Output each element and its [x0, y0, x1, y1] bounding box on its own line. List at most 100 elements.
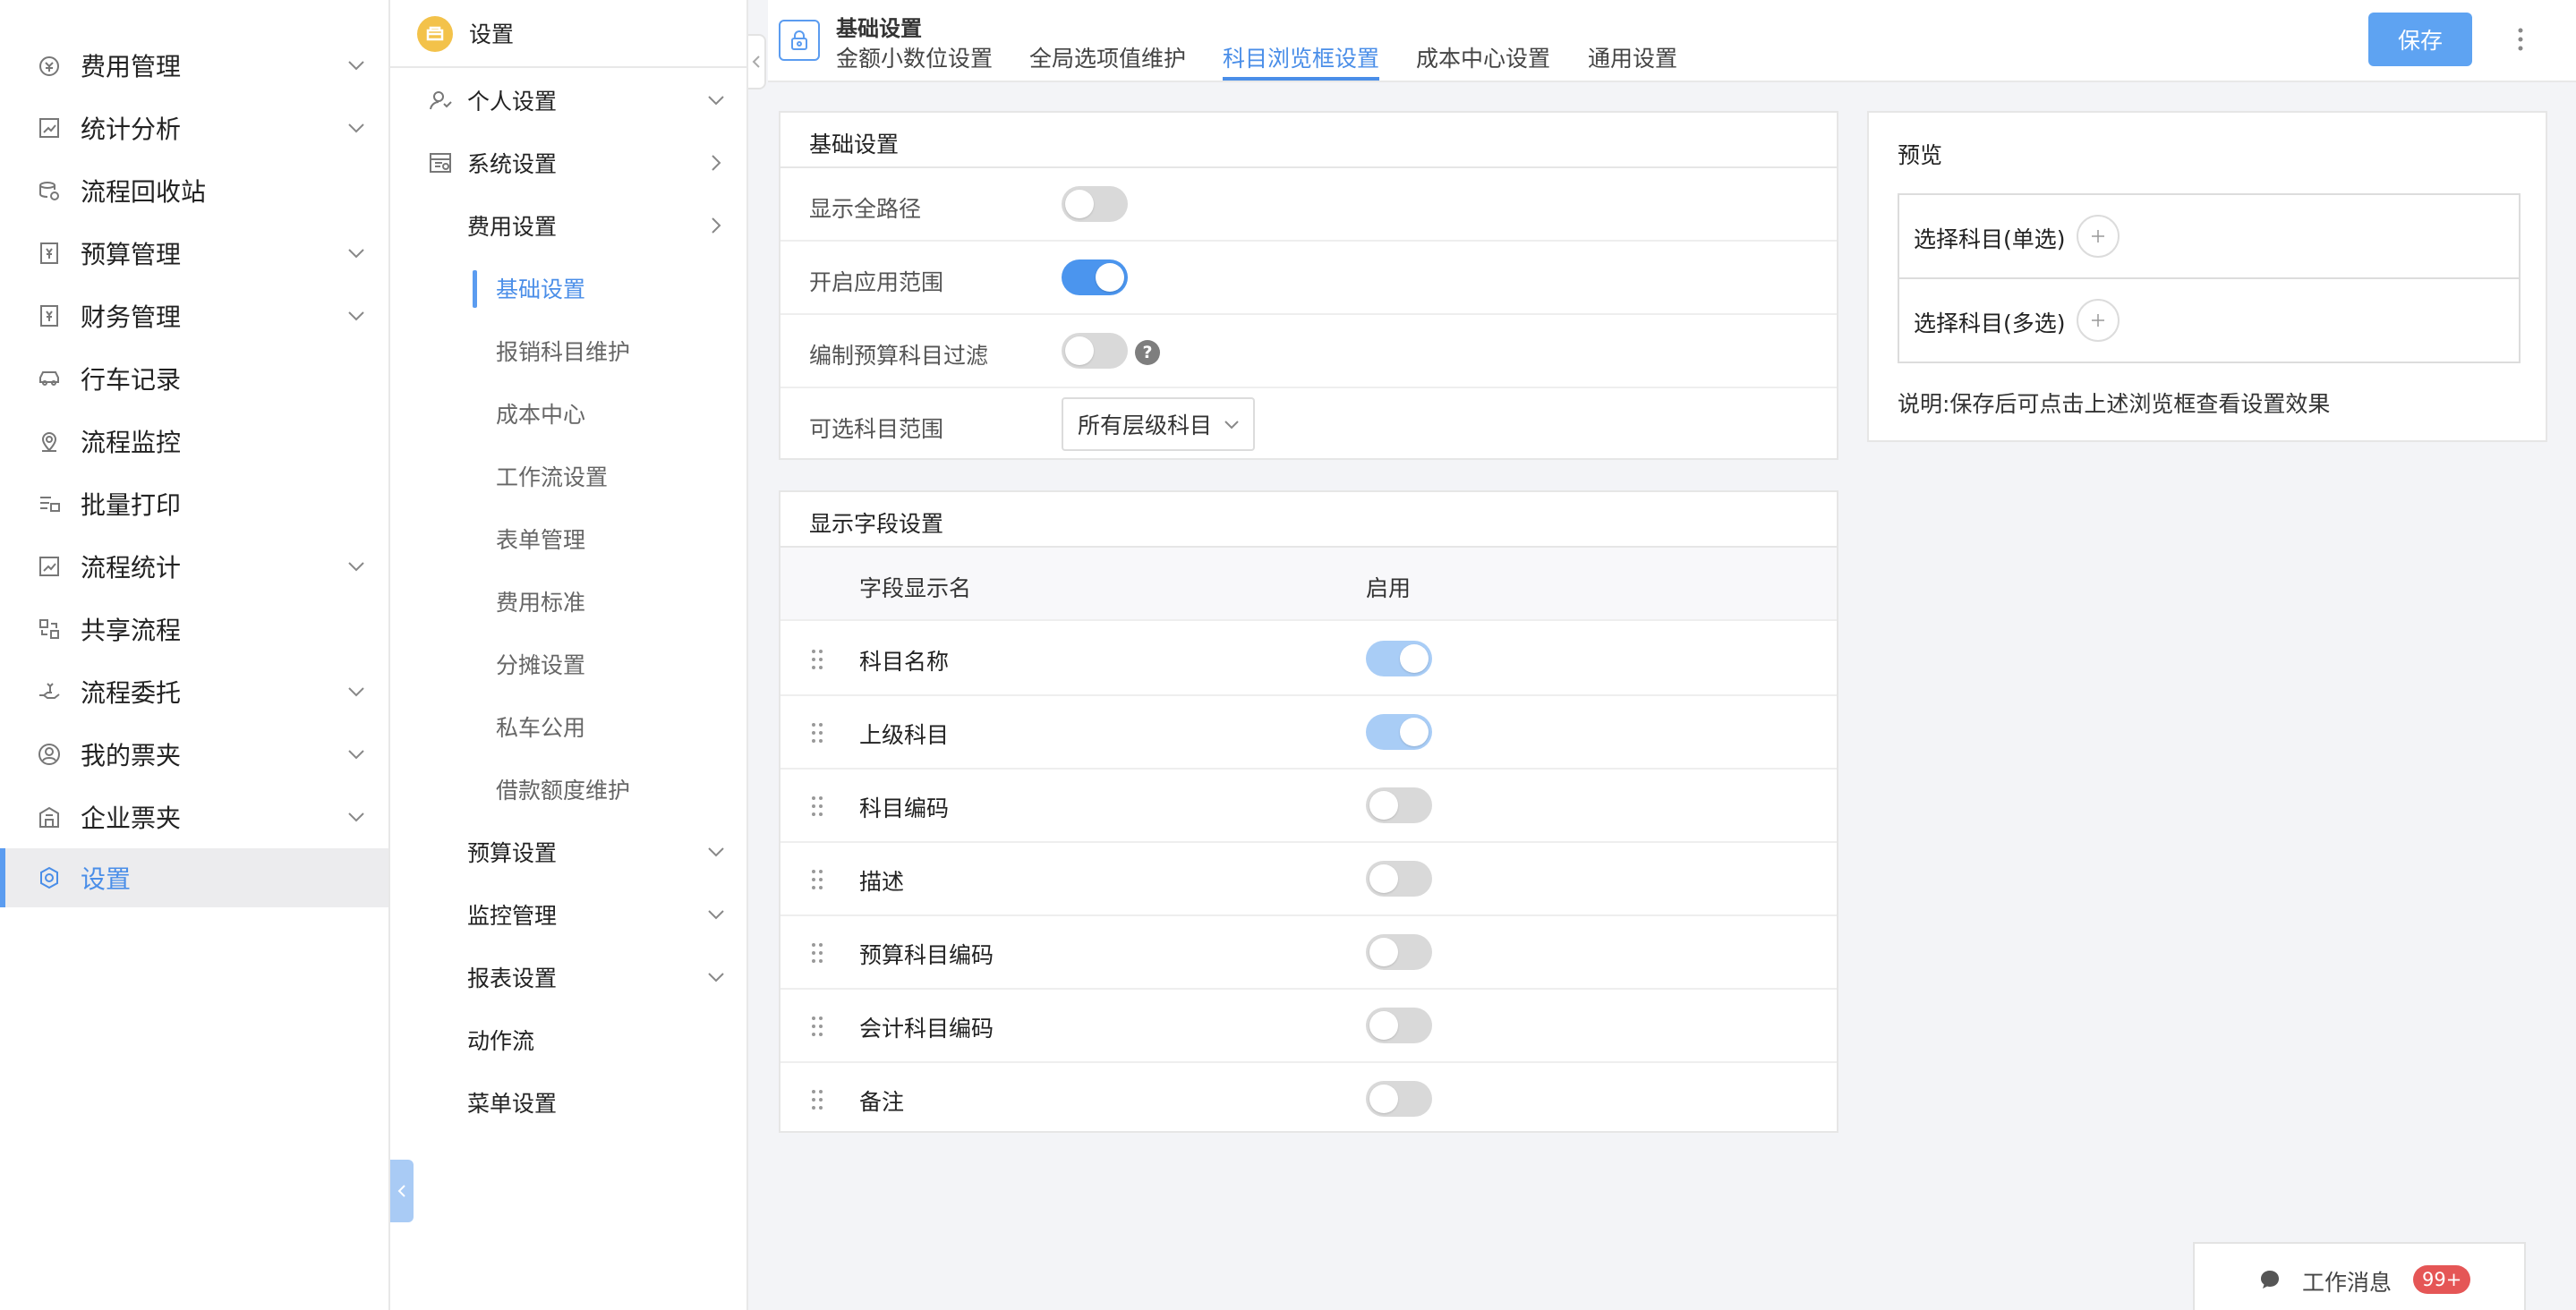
submenu-item-label: 分摊设置 — [496, 652, 586, 678]
table-row: 描述 — [780, 843, 1837, 916]
nav-item-label: 统计分析 — [81, 115, 182, 144]
car-icon — [36, 365, 63, 392]
nav-item-enterprise-tickets[interactable]: 企业票夹 — [0, 787, 388, 846]
field-enabled-toggle[interactable] — [1366, 934, 1432, 970]
setting-label: 开启应用范围 — [809, 269, 944, 295]
chevron-left-icon — [750, 53, 763, 71]
field-enabled-toggle — [1366, 714, 1432, 750]
submenu-item-basic-settings[interactable]: 基础设置 — [390, 259, 746, 317]
page-title: 基础设置 — [836, 16, 922, 41]
field-name: 会计科目编码 — [859, 1016, 994, 1042]
submenu-item-report-settings[interactable]: 报表设置 — [390, 948, 746, 1006]
nav-item-finance[interactable]: 财务管理 — [0, 286, 388, 345]
subject-range-select[interactable]: 所有层级科目 — [1062, 397, 1255, 451]
submenu-item-label: 系统设置 — [467, 151, 558, 177]
field-enabled-toggle[interactable] — [1366, 1008, 1432, 1043]
nav-item-batch-print[interactable]: 批量打印 — [0, 474, 388, 533]
submenu-item-cost-center[interactable]: 成本中心 — [390, 385, 746, 442]
add-multi-subject-button[interactable] — [2077, 299, 2120, 342]
nav-item-delegate[interactable]: 流程委托 — [0, 662, 388, 721]
submenu-item-label: 工作流设置 — [496, 464, 609, 490]
tab-subject-browser[interactable]: 科目浏览框设置 — [1223, 41, 1380, 82]
user-icon — [36, 741, 63, 768]
drag-handle-icon[interactable] — [809, 866, 825, 893]
drag-handle-icon[interactable] — [809, 646, 825, 673]
submenu-item-form-management[interactable]: 表单管理 — [390, 510, 746, 567]
help-icon[interactable]: ? — [1135, 340, 1160, 365]
submenu-item-private-car[interactable]: 私车公用 — [390, 698, 746, 755]
submenu-item-allocation[interactable]: 分摊设置 — [390, 635, 746, 693]
gear-icon — [36, 864, 63, 891]
field-name: 科目编码 — [859, 795, 950, 821]
nav-item-label: 流程统计 — [81, 553, 182, 583]
submenu-item-action-flow[interactable]: 动作流 — [390, 1011, 746, 1068]
drag-handle-icon[interactable] — [809, 793, 825, 820]
panel-title: 预览 — [1898, 142, 1943, 168]
submenu-item-workflow[interactable]: 工作流设置 — [390, 447, 746, 505]
submenu-title: 设置 — [469, 21, 515, 47]
submenu-item-monitor-management[interactable]: 监控管理 — [390, 886, 746, 943]
tab-cost-center[interactable]: 成本中心设置 — [1416, 41, 1550, 82]
setting-row-subject-range: 可选科目范围 所有层级科目 — [780, 388, 1837, 462]
app-scope-toggle[interactable] — [1062, 259, 1128, 295]
nav-item-expense[interactable]: 费用管理 — [0, 36, 388, 95]
submenu-item-expense-settings[interactable]: 费用设置 — [390, 197, 746, 254]
nav-item-budget[interactable]: 预算管理 — [0, 224, 388, 283]
budget-filter-toggle[interactable] — [1062, 333, 1128, 369]
full-path-toggle[interactable] — [1062, 186, 1128, 222]
table-row: 上级科目 — [780, 696, 1837, 770]
field-enabled-toggle[interactable] — [1366, 861, 1432, 897]
nav-item-recycle[interactable]: 流程回收站 — [0, 161, 388, 220]
submenu-item-budget-settings[interactable]: 预算设置 — [390, 823, 746, 880]
drag-handle-icon[interactable] — [809, 940, 825, 966]
nav-item-share-flow[interactable]: 共享流程 — [0, 600, 388, 659]
field-enabled-toggle — [1366, 641, 1432, 676]
add-single-subject-button[interactable] — [2077, 215, 2120, 258]
nav-item-my-tickets[interactable]: 我的票夹 — [0, 725, 388, 784]
submenu-item-personal[interactable]: 个人设置 — [390, 72, 746, 129]
drag-handle-icon[interactable] — [809, 1013, 825, 1040]
collapse-submenu-button[interactable] — [748, 34, 766, 89]
nav-item-statistics[interactable]: 统计分析 — [0, 98, 388, 157]
chevron-down-icon — [344, 303, 369, 328]
nav-item-label: 流程回收站 — [81, 177, 207, 207]
submenu-item-loan-quota[interactable]: 借款额度维护 — [390, 761, 746, 818]
page-header: 基础设置 金额小数位设置 全局选项值维护 科目浏览框设置 成本中心设置 通用设置… — [768, 0, 2576, 82]
tab-general-settings[interactable]: 通用设置 — [1588, 41, 1677, 82]
submenu-item-menu-settings[interactable]: 菜单设置 — [390, 1074, 746, 1131]
column-header-enabled: 启用 — [1366, 575, 1412, 601]
tab-global-options[interactable]: 全局选项值维护 — [1029, 41, 1186, 82]
share-icon — [36, 616, 63, 642]
drag-handle-icon[interactable] — [809, 1086, 825, 1113]
save-button[interactable]: 保存 — [2368, 13, 2472, 66]
more-options-icon[interactable] — [2508, 23, 2533, 55]
submenu-item-label: 动作流 — [467, 1028, 535, 1054]
submenu-item-label: 成本中心 — [496, 402, 586, 428]
setting-label: 编制预算科目过滤 — [809, 343, 989, 369]
chevron-down-icon — [704, 965, 729, 990]
drag-handle-icon[interactable] — [809, 719, 825, 746]
field-name: 上级科目 — [859, 722, 950, 748]
collapse-nav-button[interactable] — [390, 1160, 414, 1222]
submenu-header: 设置 — [390, 0, 746, 68]
panel-header: 基础设置 — [780, 113, 1837, 168]
main-nav: 费用管理 统计分析 流程回收站 预算管理 财务管理 行车记录 流程监控 批量打印… — [0, 0, 390, 1310]
submenu-item-label: 私车公用 — [496, 715, 586, 741]
submenu-item-subject-maintenance[interactable]: 报销科目维护 — [390, 322, 746, 379]
nav-item-settings[interactable]: 设置 — [0, 848, 388, 907]
nav-item-monitor[interactable]: 流程监控 — [0, 412, 388, 471]
work-message-button[interactable]: 工作消息 99+ — [2193, 1242, 2526, 1310]
nav-item-car-record[interactable]: 行车记录 — [0, 349, 388, 408]
nav-item-flow-stats[interactable]: 流程统计 — [0, 537, 388, 596]
submenu-item-expense-standard[interactable]: 费用标准 — [390, 573, 746, 630]
tab-decimal-settings[interactable]: 金额小数位设置 — [836, 41, 993, 82]
nav-item-label: 流程委托 — [81, 678, 182, 708]
field-name: 备注 — [859, 1089, 905, 1115]
field-enabled-toggle[interactable] — [1366, 787, 1432, 823]
field-name: 科目名称 — [859, 649, 950, 675]
field-enabled-toggle[interactable] — [1366, 1081, 1432, 1117]
nav-item-label: 预算管理 — [81, 240, 182, 269]
submenu-item-system[interactable]: 系统设置 — [390, 134, 746, 191]
nav-item-label: 流程监控 — [81, 428, 182, 457]
nav-item-label: 设置 — [81, 864, 132, 894]
